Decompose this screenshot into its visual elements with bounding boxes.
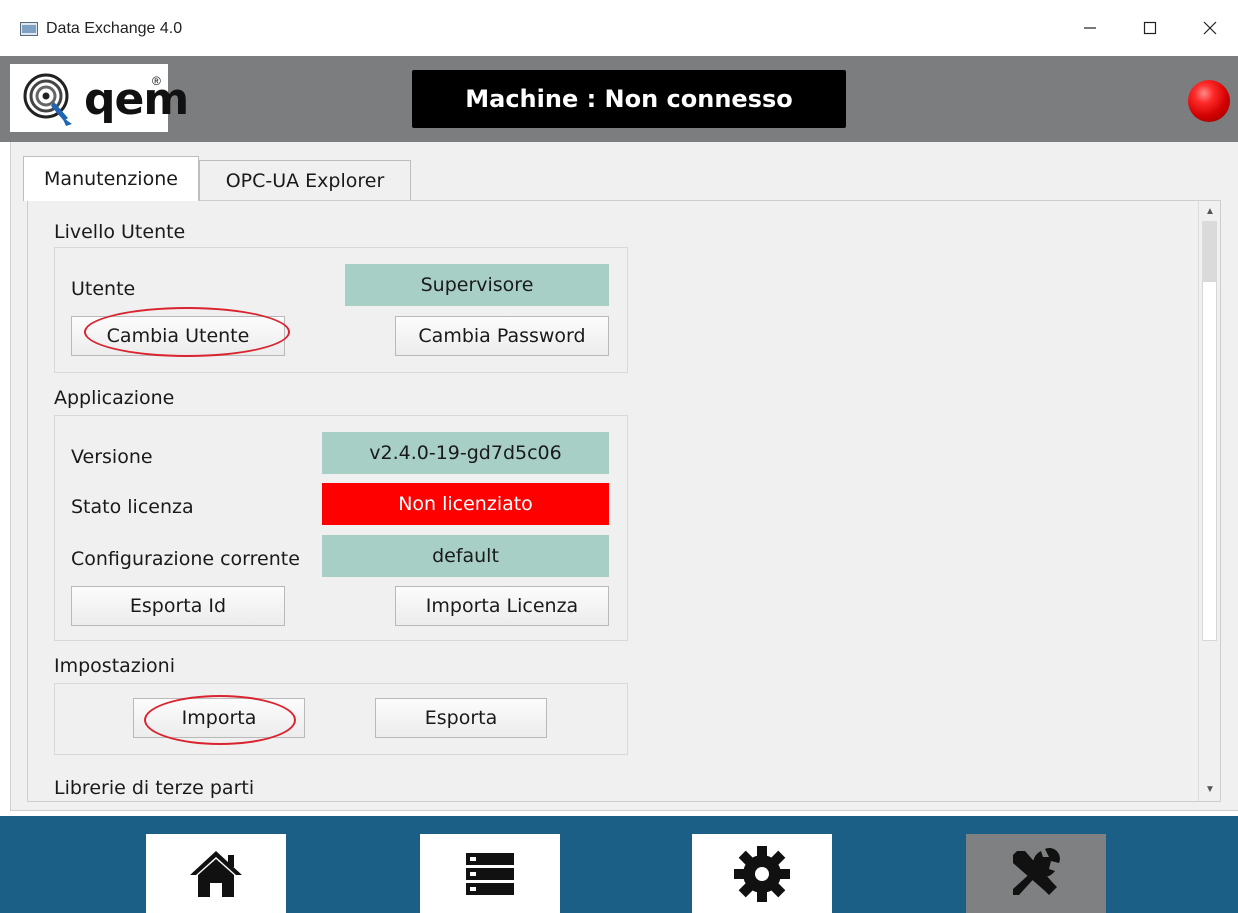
cambia-password-button[interactable]: Cambia Password bbox=[395, 316, 609, 356]
section-title-livello-utente: Livello Utente bbox=[54, 221, 186, 243]
close-icon bbox=[1203, 21, 1217, 35]
configurazione-label: Configurazione corrente bbox=[71, 548, 300, 570]
utente-label: Utente bbox=[71, 278, 136, 300]
stato-licenza-label: Stato licenza bbox=[71, 496, 194, 518]
maximize-icon bbox=[1143, 21, 1157, 35]
footer-toolbar bbox=[0, 816, 1238, 913]
settings-button[interactable] bbox=[692, 834, 832, 913]
configurazione-value: default bbox=[322, 535, 609, 577]
scrollbar-track bbox=[1202, 221, 1217, 281]
logo-text: qem bbox=[84, 74, 189, 125]
logo-registered-mark: ® bbox=[152, 74, 161, 88]
importa-licenza-button[interactable]: Importa Licenza bbox=[395, 586, 609, 626]
machine-status-display: Machine : Non connesso bbox=[412, 70, 846, 128]
qem-logo: qem ® bbox=[10, 64, 189, 132]
close-button[interactable] bbox=[1182, 8, 1238, 48]
gear-icon bbox=[734, 845, 790, 902]
esporta-id-button[interactable]: Esporta Id bbox=[71, 586, 285, 626]
scrollbar-thumb[interactable] bbox=[1202, 281, 1217, 641]
cambia-utente-button[interactable]: Cambia Utente bbox=[71, 316, 285, 356]
vertical-scrollbar[interactable]: ▲ ▼ bbox=[1198, 201, 1220, 801]
group-livello-utente: Utente Supervisore Cambia Utente Cambia … bbox=[54, 247, 628, 373]
group-applicazione: Versione v2.4.0-19-gd7d5c06 Stato licenz… bbox=[54, 415, 628, 641]
section-title-librerie: Librerie di terze parti bbox=[54, 777, 255, 799]
window-title: Data Exchange 4.0 bbox=[46, 20, 183, 37]
minimize-button[interactable] bbox=[1062, 8, 1118, 48]
tools-button[interactable] bbox=[966, 834, 1106, 913]
tools-icon bbox=[1013, 847, 1060, 895]
list-button[interactable] bbox=[420, 834, 560, 913]
qem-target-icon bbox=[23, 73, 72, 126]
group-impostazioni: Importa Esporta bbox=[54, 683, 628, 755]
maximize-button[interactable] bbox=[1122, 8, 1178, 48]
section-title-impostazioni: Impostazioni bbox=[54, 655, 175, 677]
app-header: qem ® Machine : Non connesso bbox=[0, 56, 1238, 142]
stato-licenza-value: Non licenziato bbox=[322, 483, 609, 525]
manutenzione-panel: Livello Utente Utente Supervisore Cambia… bbox=[27, 200, 1221, 802]
tab-opc-ua-explorer[interactable]: OPC-UA Explorer bbox=[199, 160, 411, 200]
window-titlebar: Data Exchange 4.0 bbox=[0, 0, 1238, 57]
app-icon bbox=[20, 22, 38, 36]
home-button[interactable] bbox=[146, 834, 286, 913]
versione-label: Versione bbox=[71, 446, 153, 468]
versione-value: v2.4.0-19-gd7d5c06 bbox=[322, 432, 609, 474]
minimize-icon bbox=[1084, 27, 1096, 29]
tab-manutenzione[interactable]: Manutenzione bbox=[23, 156, 199, 201]
utente-value: Supervisore bbox=[345, 264, 609, 306]
section-title-applicazione: Applicazione bbox=[54, 387, 175, 409]
importa-button[interactable]: Importa bbox=[133, 698, 305, 738]
list-icon bbox=[466, 852, 514, 895]
main-area: Manutenzione OPC-UA Explorer Livello Ute… bbox=[10, 142, 1238, 811]
esporta-button[interactable]: Esporta bbox=[375, 698, 547, 738]
home-icon bbox=[190, 850, 242, 897]
scroll-up-arrow[interactable]: ▲ bbox=[1202, 203, 1218, 219]
scroll-down-arrow[interactable]: ▼ bbox=[1202, 781, 1218, 797]
connection-status-led bbox=[1188, 80, 1230, 122]
